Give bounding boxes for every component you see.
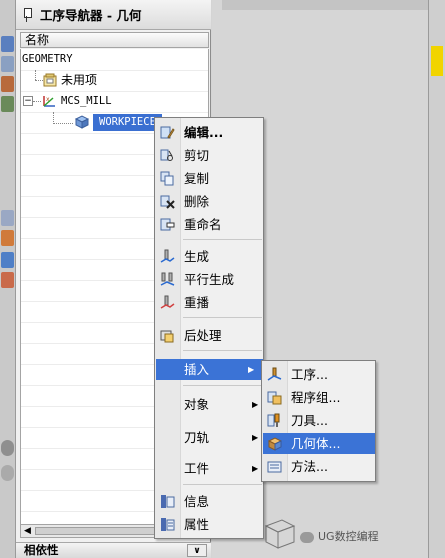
navigator-title: 工序导航器 - 几何 — [40, 8, 142, 23]
menu-item-workpiece[interactable]: 工件 ▶ — [156, 458, 263, 479]
submenu-item-operation[interactable]: 工序... — [263, 364, 375, 385]
dependency-panel-header[interactable]: 相依性 ∨ — [16, 542, 211, 558]
operation-icon — [267, 367, 282, 381]
edit-icon — [160, 126, 175, 139]
menu-item-copy[interactable]: 复制 — [156, 168, 263, 189]
parallel-generate-icon — [160, 272, 175, 286]
right-resource-bar — [428, 0, 445, 558]
properties-icon — [161, 518, 175, 531]
geometry-icon — [267, 437, 282, 451]
tree-row-label: MCS_MILL — [61, 95, 112, 107]
submenu-item-program-group[interactable]: 程序组... — [263, 387, 375, 408]
scroll-left-icon[interactable]: ◀ — [24, 527, 31, 536]
menu-item-rename[interactable]: 重命名 — [156, 214, 263, 235]
navigator-tab-icon[interactable] — [1, 36, 14, 52]
mcs-mill-icon: x — [43, 96, 55, 107]
menu-item-properties[interactable]: 属性 — [156, 514, 263, 535]
chevron-down-icon[interactable]: ∨ — [187, 544, 207, 557]
resource-tab-icon-2[interactable] — [1, 210, 14, 226]
replay-icon — [160, 295, 175, 309]
system-tab-icon[interactable] — [1, 465, 14, 481]
menu-separator — [183, 239, 262, 240]
submenu-item-geometry[interactable]: 几何体... — [263, 433, 375, 454]
resource-tab-icon-4[interactable] — [1, 252, 14, 268]
generate-icon — [160, 249, 175, 263]
submenu-item-tool[interactable]: 刀具... — [263, 410, 375, 431]
submenu-arrow-icon: ▶ — [252, 433, 259, 442]
menu-item-insert[interactable]: 插入 ▶ — [156, 359, 263, 380]
menu-item-replay[interactable]: 重播 — [156, 292, 263, 313]
collapse-toggle-icon[interactable]: − — [23, 96, 33, 106]
menu-separator — [183, 350, 262, 351]
submenu-arrow-icon: ▶ — [252, 464, 259, 473]
resource-tab-icon-5[interactable] — [1, 272, 14, 288]
name-column-header[interactable]: 名称 — [20, 32, 209, 48]
menu-separator — [183, 385, 262, 386]
submenu-arrow-icon: ▶ — [248, 365, 255, 374]
postprocess-icon — [160, 330, 174, 343]
svg-text:x: x — [46, 96, 50, 103]
tree-row-label: GEOMETRY — [22, 53, 73, 65]
view-triad-cube-icon — [264, 519, 296, 549]
wechat-icon — [300, 531, 314, 543]
menu-item-parallel-generate[interactable]: 平行生成 — [156, 269, 263, 290]
tree-row-label: 未用项 — [61, 73, 98, 87]
menu-separator — [183, 317, 262, 318]
menu-item-cut[interactable]: 剪切 — [156, 145, 263, 166]
tree-row-unused[interactable]: 未用项 — [21, 70, 208, 91]
info-icon — [161, 495, 175, 508]
method-icon — [267, 461, 282, 473]
dependency-panel-title: 相依性 — [24, 543, 59, 557]
submenu-item-method[interactable]: 方法... — [263, 456, 375, 477]
tree-row-label-selected: WORKPIECE — [93, 114, 162, 131]
navigator-title-bar: 工序导航器 - 几何 — [16, 0, 211, 30]
tree-row-mcs-mill[interactable]: − x MCS_MILL — [21, 91, 208, 112]
top-toolbar-edge — [222, 0, 445, 10]
menu-item-toolpath[interactable]: 刀轨 ▶ — [156, 427, 263, 448]
history-tab-icon[interactable] — [1, 96, 14, 112]
submenu-arrow-icon: ▶ — [252, 400, 259, 409]
insert-submenu: 工序... 程序组... 刀具... 几何体... 方法... — [261, 360, 376, 482]
delete-icon — [160, 195, 175, 209]
copy-icon — [160, 171, 174, 186]
right-tab-icon[interactable] — [431, 46, 443, 76]
context-menu: 编辑... 剪切 复制 删除 重命名 生成 平行生成 重播 后处理 插入 ▶ 对 — [154, 117, 264, 539]
menu-item-info[interactable]: 信息 — [156, 491, 263, 512]
unused-items-icon — [43, 73, 57, 87]
program-group-icon — [267, 391, 282, 405]
watermark: UG数控编程 — [300, 528, 379, 544]
workpiece-icon — [74, 115, 89, 129]
cut-icon — [160, 149, 173, 161]
resource-tab-icon[interactable] — [1, 56, 14, 72]
tool-icon — [267, 413, 280, 427]
resource-tab-icon-3[interactable] — [1, 230, 14, 246]
menu-item-postprocess[interactable]: 后处理 — [156, 325, 263, 346]
menu-item-object[interactable]: 对象 ▶ — [156, 394, 263, 415]
role-tab-icon[interactable] — [1, 440, 14, 456]
menu-item-edit[interactable]: 编辑... — [156, 122, 263, 143]
part-tab-icon[interactable] — [1, 76, 14, 92]
rename-icon — [160, 218, 175, 231]
left-resource-bar — [0, 0, 16, 558]
menu-separator — [183, 484, 262, 485]
menu-item-generate[interactable]: 生成 — [156, 246, 263, 267]
menu-item-delete[interactable]: 删除 — [156, 191, 263, 212]
pin-icon[interactable] — [22, 7, 32, 22]
tree-row-geometry[interactable]: GEOMETRY — [21, 49, 208, 70]
